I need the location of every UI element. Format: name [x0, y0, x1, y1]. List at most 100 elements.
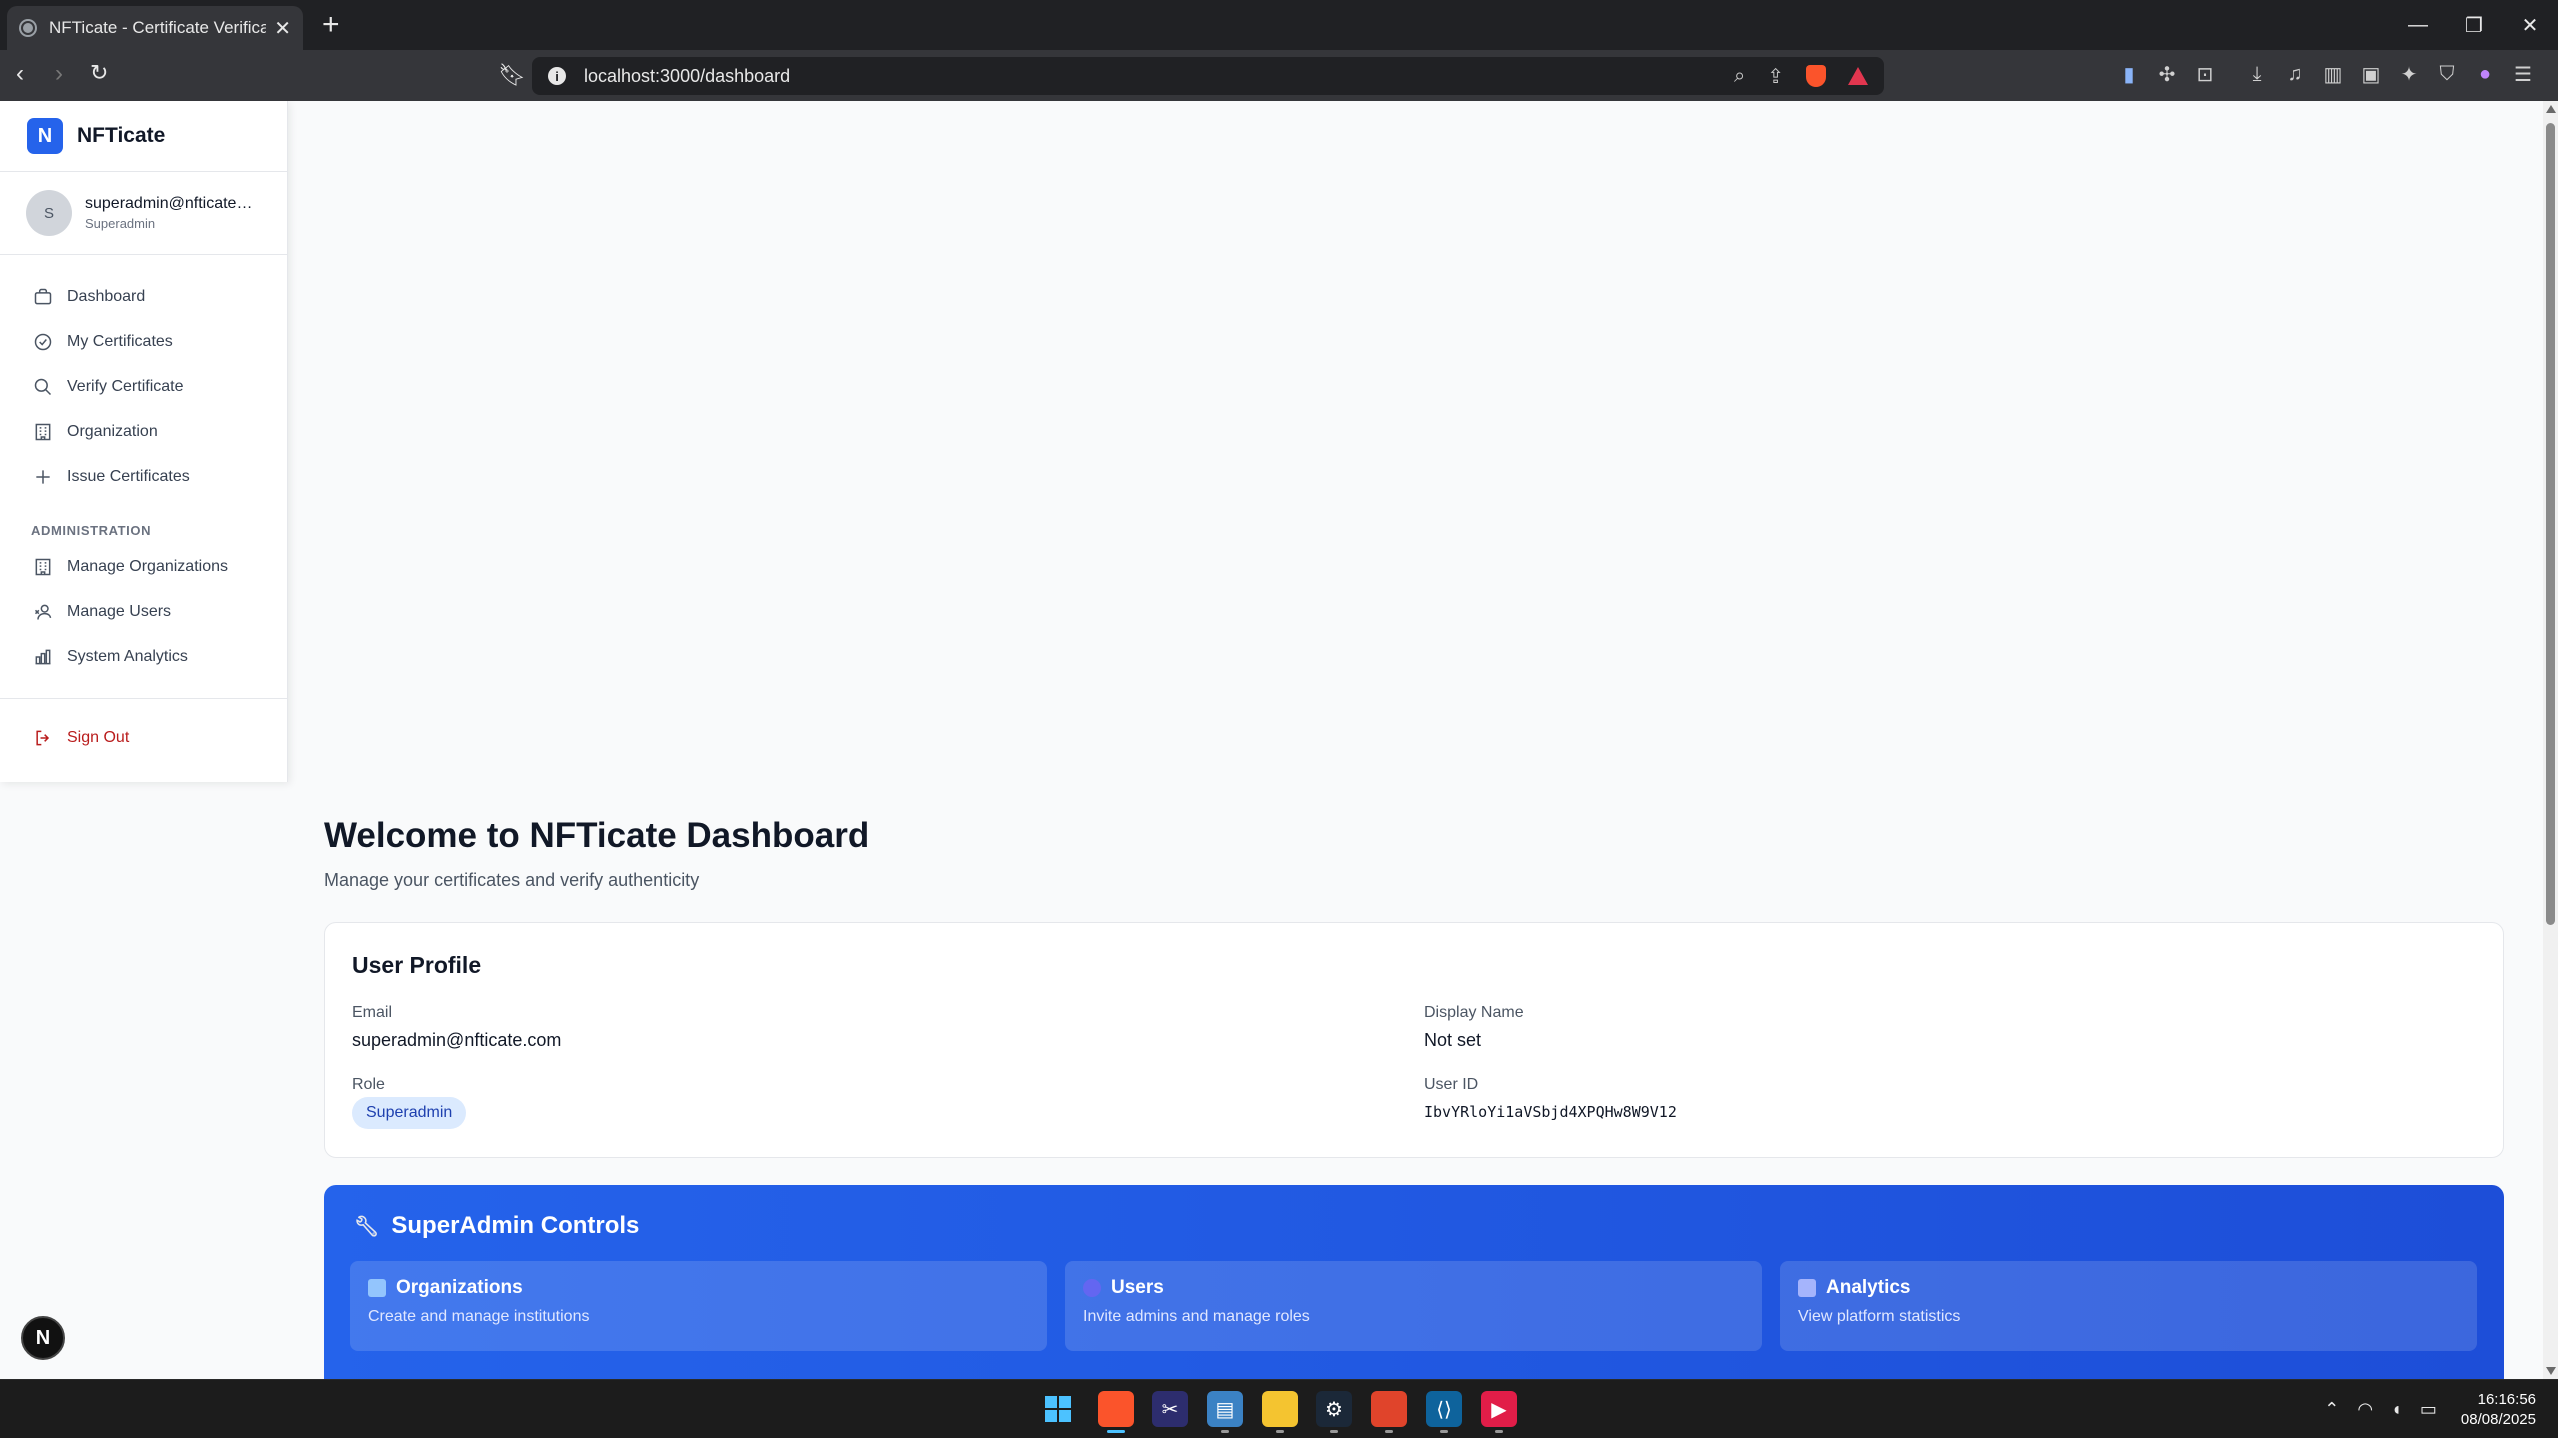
search-icon	[33, 377, 53, 397]
wifi-icon[interactable]: ◠	[2357, 1399, 2373, 1420]
email-value: superadmin@nfticate.com	[352, 1030, 562, 1050]
brave-rewards-icon[interactable]	[1848, 67, 1868, 85]
bookmark-icon[interactable]: 🔖︎	[498, 62, 526, 88]
sidebar-item-label: My Certificates	[67, 332, 173, 350]
extension-icons: ▮ ✣ ⊡ ⤓ ♫ ▥ ▣ ✦ ⛉ ● ☰	[2118, 63, 2534, 86]
display-name-value: Not set	[1424, 1030, 1482, 1050]
extensions-icon[interactable]: ✣	[2156, 63, 2178, 86]
card-description: Invite admins and manage roles	[1083, 1308, 1310, 1325]
sidebar: N NFTicate S superadmin@nfticate.com Sup…	[0, 101, 288, 782]
scroll-down-icon[interactable]	[2546, 1367, 2556, 1375]
address-bar[interactable]: i localhost:3000/dashboard ⌕ ⇪	[532, 57, 1884, 95]
snipping-tool-icon[interactable]: ✂	[1152, 1391, 1188, 1427]
user-info: S superadmin@nfticate.com Superadmin	[0, 171, 287, 255]
window-controls: — ❐ ✕	[2390, 0, 2558, 50]
screenshot-icon[interactable]: ⊡	[2194, 63, 2216, 86]
reader-icon[interactable]: ▮	[2118, 63, 2140, 86]
clock[interactable]: 16:16:56 08/08/2025	[2461, 1390, 2536, 1430]
card-title: User Profile	[352, 952, 482, 978]
control-panel-icon[interactable]: ▤	[1207, 1391, 1243, 1433]
nextjs-dev-badge[interactable]: N	[21, 1316, 65, 1360]
scroll-up-icon[interactable]	[2546, 105, 2556, 113]
vscode-icon[interactable]: ⟨⟩	[1426, 1391, 1462, 1433]
users-icon	[1083, 1279, 1101, 1297]
page-scrollbar[interactable]	[2543, 101, 2558, 1379]
vpn-icon[interactable]: ⛉	[2436, 63, 2458, 85]
sidebar-item-label: Verify Certificate	[67, 377, 184, 395]
minimize-icon[interactable]: —	[2390, 0, 2446, 50]
site-info-icon[interactable]: i	[548, 67, 566, 85]
analytics-card[interactable]: Analytics View platform statistics	[1780, 1261, 2477, 1351]
share-icon[interactable]: ⇪	[1767, 64, 1784, 89]
users-card[interactable]: Users Invite admins and manage roles	[1065, 1261, 1762, 1351]
close-tab-icon[interactable]: ✕	[274, 16, 291, 41]
sidebar-item-system-analytics[interactable]: System Analytics	[0, 634, 287, 679]
sidebar-item-verify-certificate[interactable]: Verify Certificate	[0, 364, 287, 409]
windows-start-icon[interactable]	[1040, 1391, 1076, 1427]
card-title: Users	[1111, 1277, 1164, 1298]
user-role: Superadmin	[85, 216, 156, 231]
sidebar-item-my-certificates[interactable]: My Certificates	[0, 319, 287, 364]
url-text[interactable]: localhost:3000/dashboard	[584, 66, 1734, 87]
sidebar-item-organization[interactable]: Organization	[0, 409, 287, 454]
sidebar-item-dashboard[interactable]: Dashboard	[0, 274, 287, 319]
restore-icon[interactable]: ❐	[2446, 0, 2502, 50]
volume-icon[interactable]: ◖	[2391, 1399, 2402, 1420]
profile-icon[interactable]: ●	[2474, 63, 2496, 85]
sidebar-item-label: Manage Organizations	[67, 557, 228, 575]
role-badge: Superadmin	[352, 1097, 467, 1129]
avatar: S	[26, 190, 72, 236]
sidebar-item-label: Dashboard	[67, 287, 146, 305]
zoom-icon[interactable]: ⌕	[1734, 65, 1745, 88]
menu-icon[interactable]: ☰	[2512, 63, 2534, 86]
brave-dev-icon[interactable]	[1371, 1391, 1407, 1433]
users-icon	[33, 602, 53, 622]
leo-ai-icon[interactable]: ✦	[2398, 63, 2420, 86]
file-explorer-icon[interactable]	[1262, 1391, 1298, 1433]
section-label-administration: ADMINISTRATION	[31, 523, 152, 538]
system-tray: ⌃ ◠ ◖ ▭ 16:16:56 08/08/2025	[2324, 1380, 2558, 1438]
card-title: Analytics	[1826, 1277, 1911, 1298]
brand[interactable]: N NFTicate	[0, 101, 287, 171]
sidebar-item-issue-certificates[interactable]: Issue Certificates	[0, 454, 287, 499]
card-description: Create and manage institutions	[368, 1308, 590, 1325]
media-icon[interactable]: ♫	[2284, 63, 2306, 85]
brave-browser-icon[interactable]	[1098, 1391, 1134, 1433]
reload-icon[interactable]: ↻	[90, 60, 108, 86]
back-icon[interactable]: ‹	[16, 60, 24, 88]
sidebar-item-manage-organizations[interactable]: Manage Organizations	[0, 544, 287, 589]
user-profile-card: User Profile Email superadmin@nfticate.c…	[324, 922, 2504, 1158]
role-label: Role	[352, 1076, 385, 1093]
building-icon	[368, 1279, 386, 1297]
battery-icon[interactable]: ▭	[2420, 1399, 2437, 1420]
scroll-thumb[interactable]	[2546, 123, 2555, 925]
close-window-icon[interactable]: ✕	[2502, 0, 2558, 50]
brave-shields-icon[interactable]	[1806, 65, 1826, 87]
windows-taskbar: ✂ ▤ ⚙ ⟨⟩ ▶ ⌃ ◠ ◖ ▭ 16:16:56 08/08/2025	[0, 1379, 2558, 1438]
download-icon[interactable]: ⤓	[2246, 63, 2268, 85]
forward-icon[interactable]: ›	[55, 60, 63, 88]
sidebar-item-label: Issue Certificates	[67, 467, 190, 485]
browser-toolbar: ‹ › ↻ 🔖︎ i localhost:3000/dashboard ⌕ ⇪ …	[0, 50, 2558, 101]
sidebar-item-manage-users[interactable]: Manage Users	[0, 589, 287, 634]
new-tab-icon[interactable]: +	[322, 8, 340, 42]
browser-tab[interactable]: NFTicate - Certificate Verification ✕	[7, 6, 303, 50]
wallet-icon[interactable]: ▣	[2360, 63, 2382, 86]
steam-icon[interactable]: ⚙	[1316, 1391, 1352, 1433]
sidebar-item-label: Organization	[67, 422, 158, 440]
user-id-value: IbvYRloYi1aVSbjd4XPQHw8W9V12	[1424, 1103, 1677, 1121]
sign-out-button[interactable]: Sign Out	[0, 715, 287, 760]
sidebar-item-label: Manage Users	[67, 602, 172, 620]
chevron-up-icon[interactable]: ⌃	[2324, 1399, 2339, 1420]
user-id-label: User ID	[1424, 1076, 1479, 1093]
page-subtitle: Manage your certificates and verify auth…	[324, 870, 700, 890]
browser-tab-bar: NFTicate - Certificate Verification ✕ + …	[0, 0, 2558, 50]
sidebar-toggle-icon[interactable]: ▥	[2322, 63, 2344, 86]
user-email: superadmin@nfticate.com	[85, 195, 255, 212]
clock-date: 08/08/2025	[2460, 1410, 2536, 1428]
email-label: Email	[352, 1004, 393, 1021]
organizations-card[interactable]: Organizations Create and manage institut…	[350, 1261, 1047, 1351]
check-circle-icon	[33, 332, 53, 352]
bar-chart-icon	[33, 647, 53, 667]
youtube-icon[interactable]: ▶	[1481, 1391, 1517, 1433]
